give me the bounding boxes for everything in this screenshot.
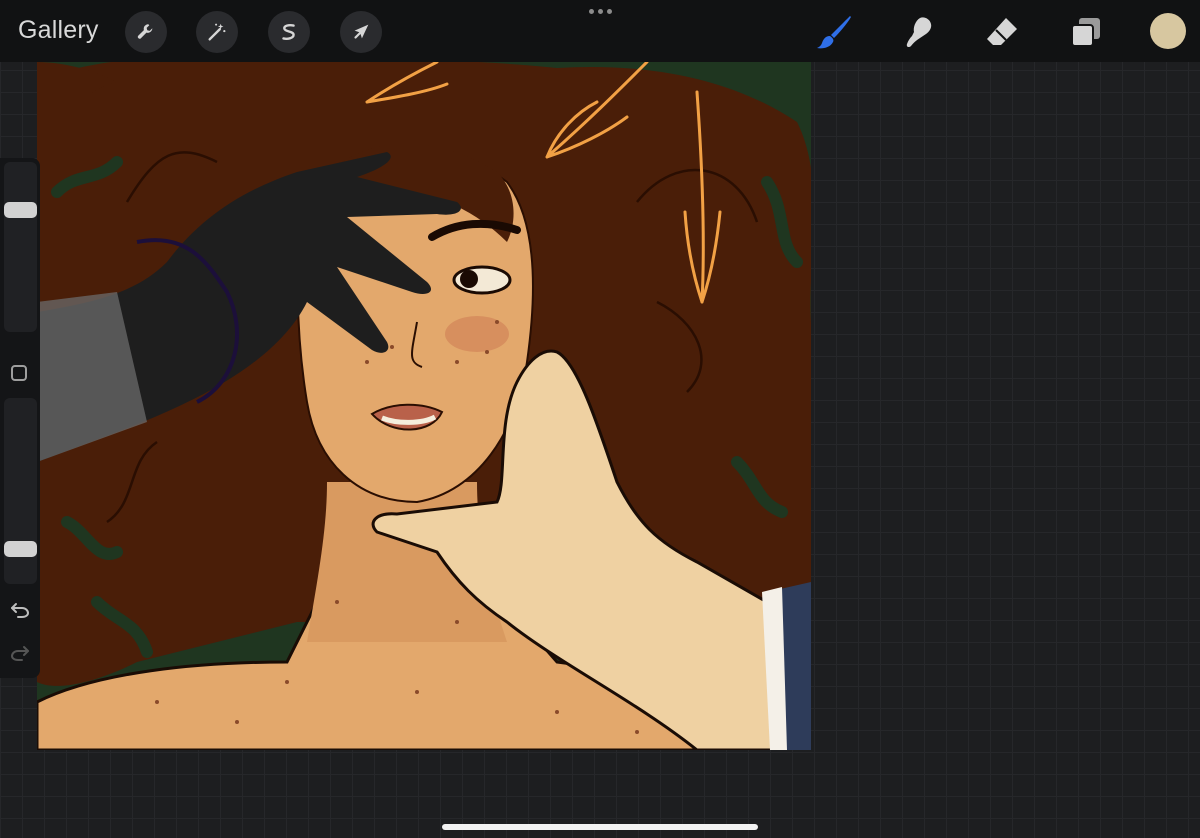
brush-tool-button[interactable] xyxy=(812,10,856,54)
dot-icon xyxy=(588,8,594,14)
redo-button[interactable] xyxy=(8,643,32,663)
selection-button[interactable] xyxy=(268,11,310,53)
home-indicator[interactable] xyxy=(442,824,758,830)
undo-arrow-icon xyxy=(11,603,30,618)
opacity-slider[interactable] xyxy=(4,398,37,584)
brush-size-slider[interactable] xyxy=(4,162,37,332)
dot-icon xyxy=(597,8,603,14)
top-toolbar: Gallery xyxy=(0,0,1200,62)
wrench-icon xyxy=(137,24,153,39)
smudge-finger-icon xyxy=(906,17,932,48)
opacity-thumb[interactable] xyxy=(4,541,37,557)
actions-button[interactable] xyxy=(125,11,167,53)
arrow-cursor-icon xyxy=(354,24,369,39)
gallery-button[interactable]: Gallery xyxy=(18,16,99,45)
eraser-tool-button[interactable] xyxy=(980,10,1024,54)
layers-button[interactable] xyxy=(1064,10,1108,54)
transform-button[interactable] xyxy=(340,11,382,53)
artwork xyxy=(37,62,811,750)
eraser-icon xyxy=(987,18,1017,45)
layers-icon xyxy=(1071,18,1100,47)
adjustments-button[interactable] xyxy=(196,11,238,53)
smudge-tool-button[interactable] xyxy=(896,10,940,54)
dot-icon xyxy=(606,8,612,14)
redo-arrow-icon xyxy=(10,646,29,661)
selection-s-icon xyxy=(282,24,295,40)
square-modify-icon[interactable] xyxy=(11,365,27,381)
undo-button[interactable] xyxy=(8,600,32,620)
more-options-handle[interactable] xyxy=(586,4,614,18)
brush-size-thumb[interactable] xyxy=(4,202,37,218)
brush-icon xyxy=(817,16,851,49)
magic-wand-icon xyxy=(208,23,226,41)
left-sidebar xyxy=(0,158,40,678)
procreate-app: Gallery xyxy=(0,0,1200,838)
color-picker-button[interactable] xyxy=(1150,13,1186,49)
drawing-canvas[interactable] xyxy=(37,62,811,750)
